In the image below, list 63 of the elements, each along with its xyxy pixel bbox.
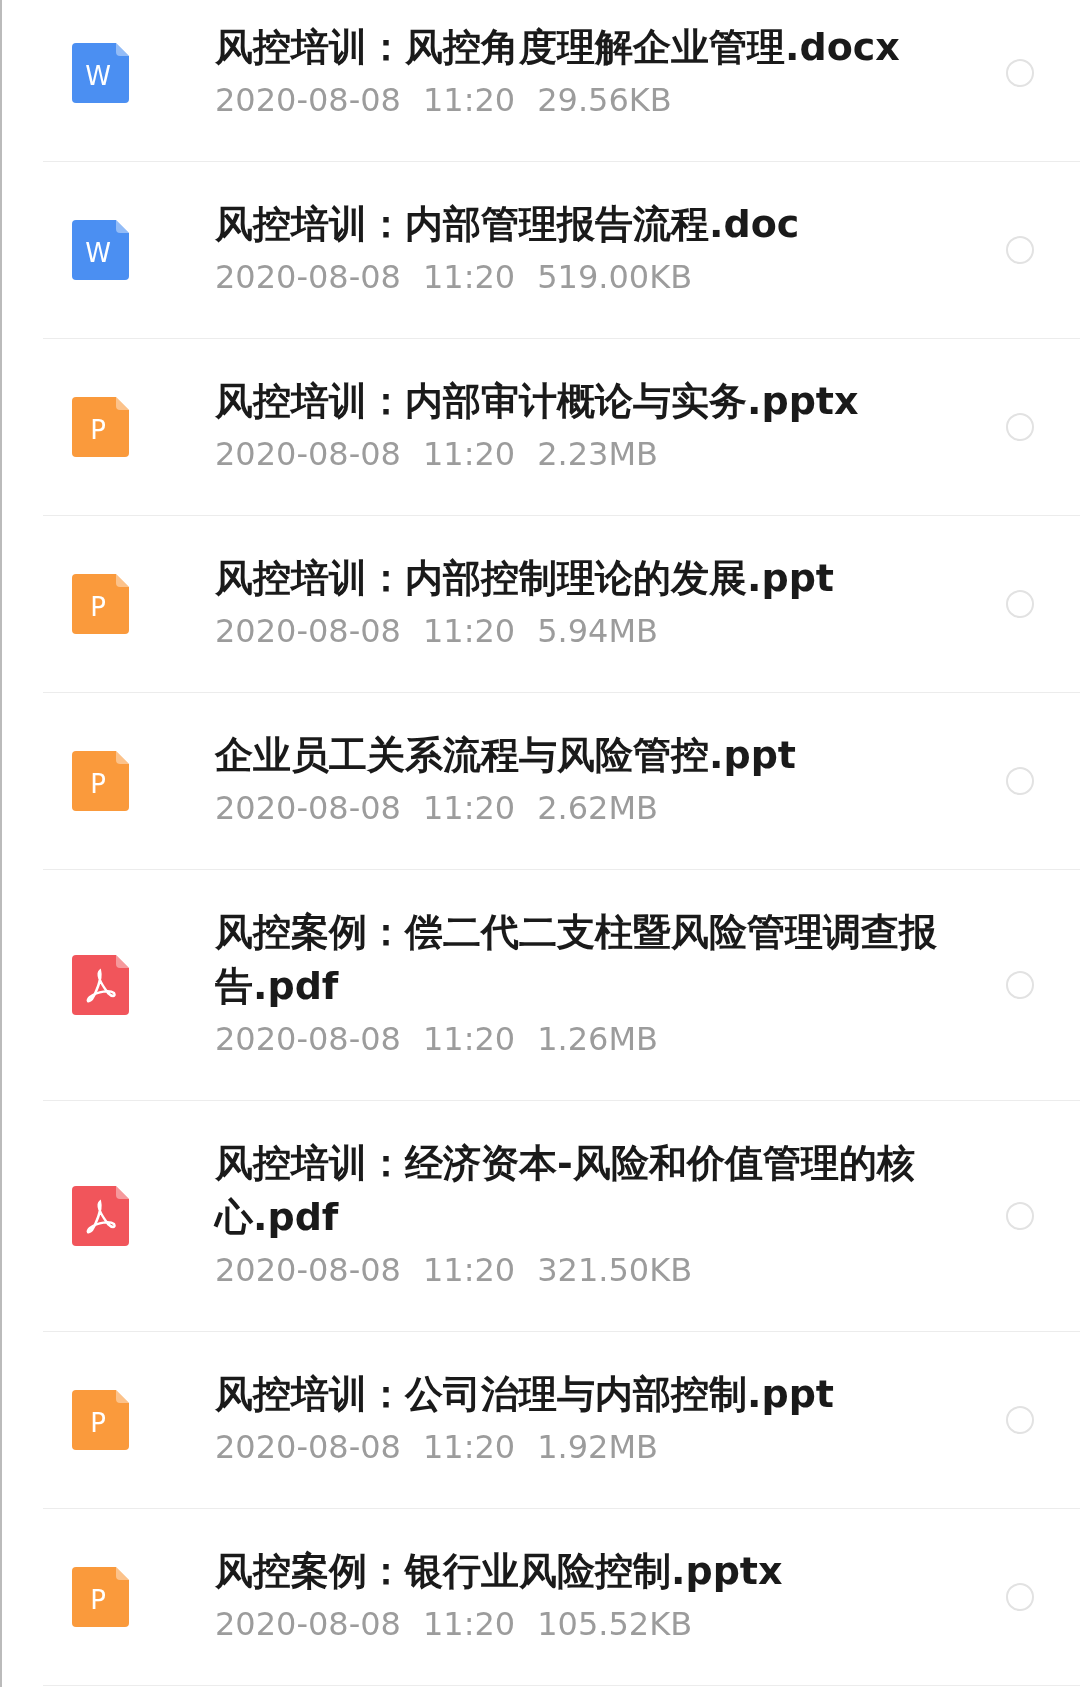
- select-radio[interactable]: [1006, 59, 1034, 87]
- select-radio[interactable]: [1006, 971, 1034, 999]
- file-size: 5.94MB: [537, 611, 658, 652]
- file-row[interactable]: P 风控培训：公司治理与内部控制.ppt 2020-08-08 11:20 1.92MB: [43, 1332, 1080, 1509]
- file-size: 29.56KB: [537, 80, 672, 121]
- file-time: 11:20: [422, 788, 516, 829]
- file-time: 11:20: [422, 1427, 516, 1468]
- file-name: 风控案例：偿二代二支柱暨风险管理调查报告.pdf: [215, 909, 938, 1010]
- file-size: 2.23MB: [537, 434, 658, 475]
- file-row[interactable]: W 风控培训：风控角度理解企业管理.docx 2020-08-08 11:20 29.56KB: [43, 0, 1080, 162]
- file-date: 2020-08-08: [215, 1427, 401, 1468]
- file-size: 519.00KB: [537, 257, 693, 298]
- select-radio[interactable]: [1006, 1406, 1034, 1434]
- file-time: 11:20: [422, 80, 516, 121]
- file-row[interactable]: P 企业员工关系流程与风险管控.ppt 2020-08-08 11:20 2.62MB: [43, 693, 1080, 870]
- file-time: 11:20: [422, 257, 516, 298]
- file-date: 2020-08-08: [215, 80, 401, 121]
- file-size: 2.62MB: [537, 788, 658, 829]
- file-date: 2020-08-08: [215, 1250, 401, 1291]
- select-radio[interactable]: [1006, 590, 1034, 618]
- file-row[interactable]: 风控案例：偿二代二支柱暨风险管理调查报告.pdf 2020-08-08 11:20 1.26MB: [43, 870, 1080, 1101]
- file-time: 11:20: [422, 1250, 516, 1291]
- file-time: 11:20: [422, 1019, 516, 1060]
- document-icon: W: [72, 43, 129, 103]
- select-radio[interactable]: [1006, 236, 1034, 264]
- file-date: 2020-08-08: [215, 788, 401, 829]
- file-size: 321.50KB: [537, 1250, 693, 1291]
- select-radio[interactable]: [1006, 1583, 1034, 1611]
- file-name: 风控培训：风控角度理解企业管理.docx: [215, 24, 901, 71]
- file-date: 2020-08-08: [215, 1604, 401, 1645]
- document-icon: P: [72, 751, 129, 811]
- file-name: 企业员工关系流程与风险管控.ppt: [215, 732, 797, 779]
- file-row[interactable]: W 风控培训：内部管理报告流程.doc 2020-08-08 11:20 519.00KB: [43, 162, 1080, 339]
- select-radio[interactable]: [1006, 767, 1034, 795]
- file-row[interactable]: 风控培训：经济资本-风险和价值管理的核心.pdf 2020-08-08 11:20 321.50KB: [43, 1101, 1080, 1332]
- file-name: 风控培训：内部控制理论的发展.ppt: [215, 555, 835, 602]
- file-date: 2020-08-08: [215, 1019, 401, 1060]
- file-date: 2020-08-08: [215, 434, 401, 475]
- file-name: 风控培训：内部审计概论与实务.pptx: [215, 378, 860, 425]
- document-icon: P: [72, 574, 129, 634]
- document-icon: P: [72, 1567, 129, 1627]
- file-time: 11:20: [422, 434, 516, 475]
- file-name: 风控培训：经济资本-风险和价值管理的核心.pdf: [215, 1140, 916, 1241]
- file-name: 风控案例：银行业风险控制.pptx: [215, 1548, 784, 1595]
- pdf-file-icon: [72, 1186, 129, 1246]
- file-row[interactable]: P 风控培训：内部审计概论与实务.pptx 2020-08-08 11:20 2.23MB: [43, 339, 1080, 516]
- document-icon: W: [72, 220, 129, 280]
- document-icon: P: [72, 1390, 129, 1450]
- file-size: 1.92MB: [537, 1427, 658, 1468]
- file-row[interactable]: P 风控培训：内部控制理论的发展.ppt 2020-08-08 11:20 5.94MB: [43, 516, 1080, 693]
- file-date: 2020-08-08: [215, 257, 401, 298]
- file-size: 105.52KB: [537, 1604, 693, 1645]
- file-date: 2020-08-08: [215, 611, 401, 652]
- file-name: 风控培训：内部管理报告流程.doc: [215, 201, 801, 248]
- file-size: 1.26MB: [537, 1019, 658, 1060]
- file-row[interactable]: P 风控案例：银行业风险控制.pptx 2020-08-08 11:20 105.52KB: [43, 1509, 1080, 1686]
- pdf-file-icon: [72, 955, 129, 1015]
- select-radio[interactable]: [1006, 413, 1034, 441]
- select-radio[interactable]: [1006, 1202, 1034, 1230]
- file-time: 11:20: [422, 611, 516, 652]
- document-icon: P: [72, 397, 129, 457]
- file-time: 11:20: [422, 1604, 516, 1645]
- file-name: 风控培训：公司治理与内部控制.ppt: [215, 1371, 835, 1418]
